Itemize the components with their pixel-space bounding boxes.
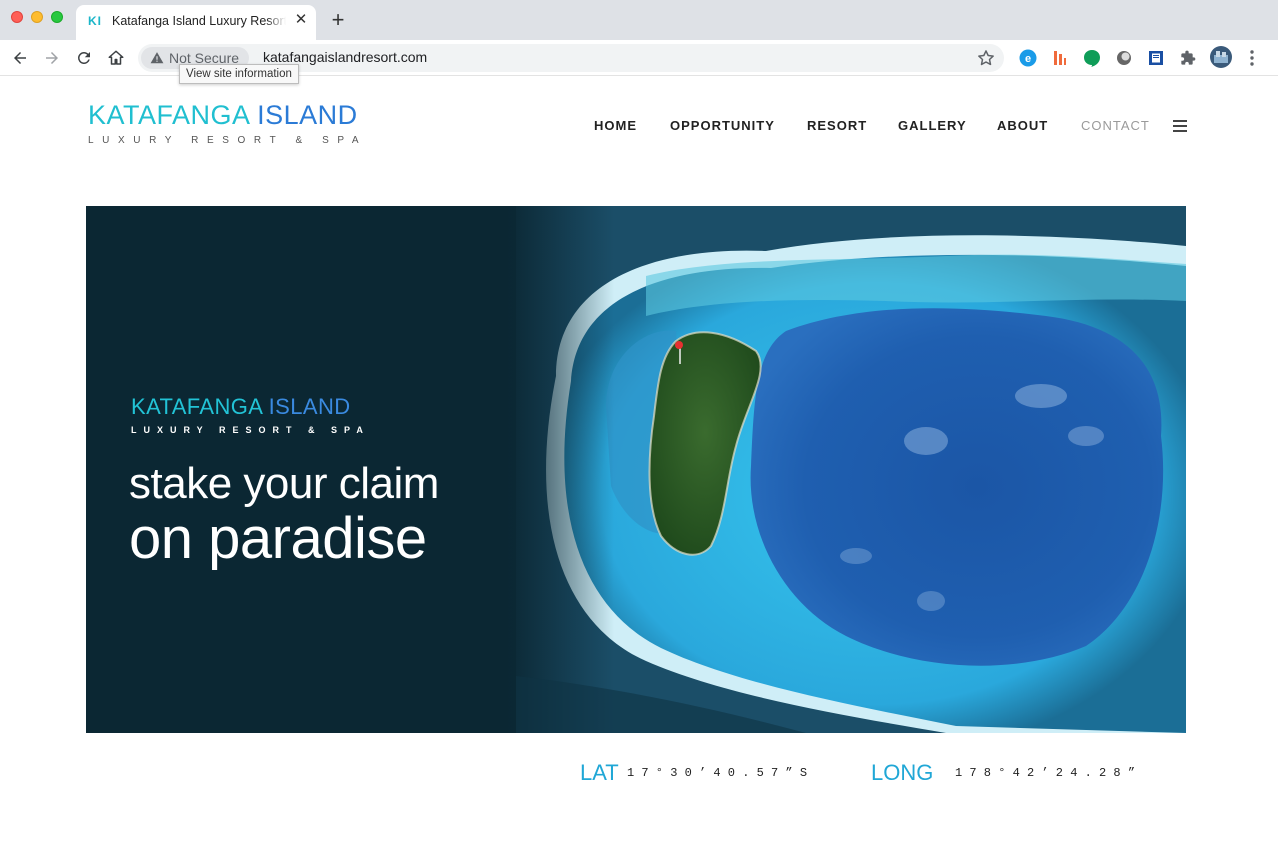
favicon-icon: KI <box>88 14 102 28</box>
hero-headline-line1: stake your claim <box>129 459 439 508</box>
site-info-tooltip: View site information <box>179 64 299 84</box>
nav-opportunity[interactable]: OPPORTUNITY <box>670 118 775 133</box>
hero-logo-title: KATAFANGA ISLAND <box>131 394 370 420</box>
hero-logo-subtitle: LUXURY RESORT & SPA <box>131 425 370 435</box>
back-icon[interactable] <box>9 47 31 69</box>
close-window-button[interactable] <box>11 11 23 23</box>
url-text[interactable]: katafangaislandresort.com <box>263 49 427 65</box>
new-tab-button[interactable]: + <box>328 9 348 31</box>
site-logo[interactable]: KATAFANGA ISLAND LUXURY RESORT & SPA <box>88 100 367 146</box>
reload-icon[interactable] <box>73 47 95 69</box>
hero-logo-word-katafanga: KATAFANGA <box>131 394 263 419</box>
forward-icon[interactable] <box>41 47 63 69</box>
hero-banner: KATAFANGA ISLAND LUXURY RESORT & SPA sta… <box>86 206 1186 733</box>
bookmark-star-icon[interactable] <box>976 48 996 68</box>
minimize-window-button[interactable] <box>31 11 43 23</box>
longitude-label: LONG <box>871 760 934 785</box>
logo-word-katafanga: KATAFANGA <box>88 100 250 130</box>
tab-close-icon[interactable]: ✕ <box>292 11 310 29</box>
logo-subtitle: LUXURY RESORT & SPA <box>88 135 368 146</box>
nav-contact[interactable]: CONTACT <box>1081 118 1150 133</box>
nav-home[interactable]: HOME <box>594 118 637 133</box>
nav-resort[interactable]: RESORT <box>807 118 867 133</box>
hero-headline-line2: on paradise <box>129 506 427 571</box>
puzzle-icon[interactable] <box>1178 48 1198 68</box>
latitude-value: 17°30’40.57”S <box>627 766 815 780</box>
logo-word-island: ISLAND <box>257 100 358 130</box>
svg-text:e: e <box>1025 53 1031 65</box>
profile-avatar[interactable] <box>1210 46 1232 68</box>
home-icon[interactable] <box>105 47 127 69</box>
extension-circle-icon[interactable] <box>1114 48 1134 68</box>
extension-book-icon[interactable] <box>1146 48 1166 68</box>
maximize-window-button[interactable] <box>51 11 63 23</box>
logo-title: KATAFANGA ISLAND <box>88 100 367 131</box>
latitude-label: LAT <box>580 760 619 785</box>
extension-e-icon[interactable]: e <box>1018 48 1038 68</box>
extension-leaf-icon[interactable] <box>1082 48 1102 68</box>
hero-logo: KATAFANGA ISLAND LUXURY RESORT & SPA <box>131 394 370 435</box>
extension-bars-icon[interactable] <box>1050 48 1070 68</box>
hero-logo-word-island: ISLAND <box>268 394 351 419</box>
nav-gallery[interactable]: GALLERY <box>898 118 967 133</box>
menu-dots-icon[interactable] <box>1242 48 1262 68</box>
longitude-value: 178°42’24.28” <box>955 766 1143 780</box>
hamburger-menu-icon[interactable] <box>1173 120 1187 132</box>
browser-tabstrip: KI Katafanga Island Luxury Resort & Spa … <box>0 0 1278 40</box>
browser-tab-active[interactable]: KI Katafanga Island Luxury Resort & Spa … <box>76 5 316 40</box>
warning-icon <box>150 52 164 64</box>
tab-title: Katafanga Island Luxury Resort & Spa <box>112 14 286 28</box>
nav-about[interactable]: ABOUT <box>997 118 1048 133</box>
